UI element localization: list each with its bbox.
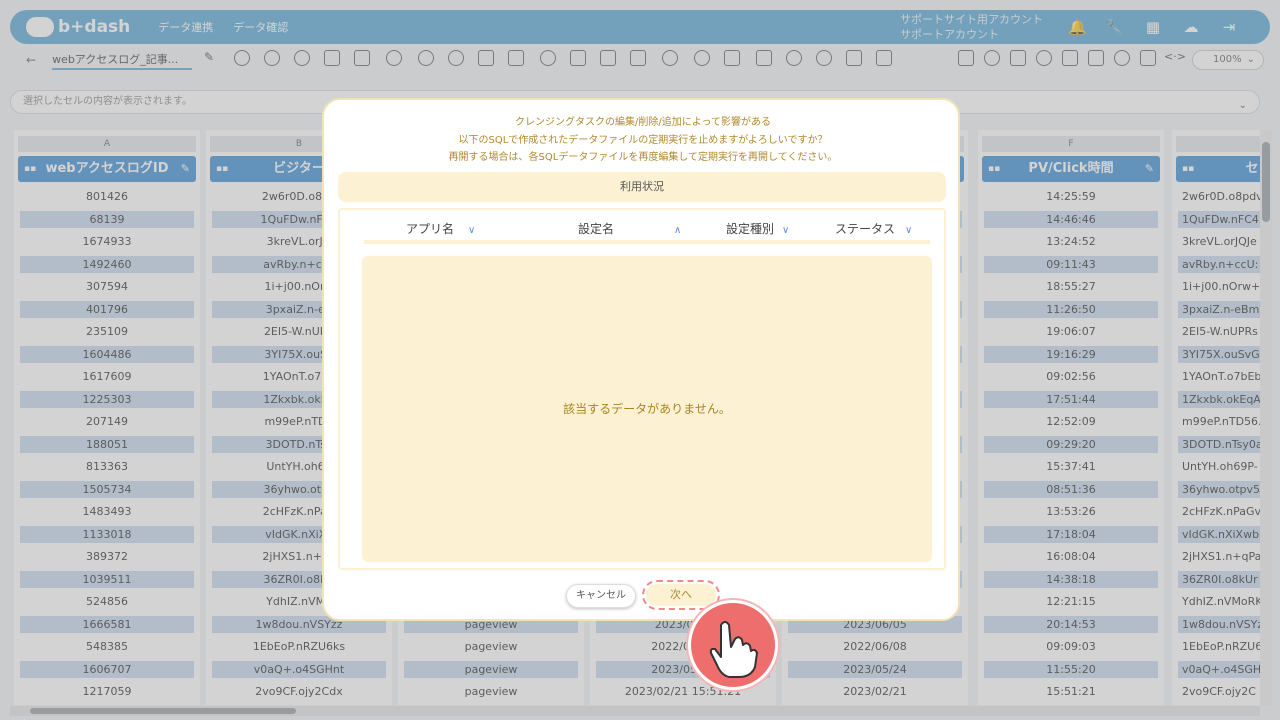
dialog-message: クレンジングタスクの編集/削除/追加によって影響がある 以下のSQLで作成された… bbox=[324, 114, 962, 167]
empty-state-message: 該当するデータがありません。 bbox=[362, 256, 932, 562]
chevron-down-icon: ∨ bbox=[782, 225, 790, 236]
tap-hand-icon bbox=[688, 600, 778, 690]
confirm-dialog: クレンジングタスクの編集/削除/追加によって影響がある 以下のSQLで作成された… bbox=[322, 98, 960, 621]
column-header-status[interactable]: ステータス ∨ bbox=[835, 220, 912, 237]
chevron-up-icon: ∧ bbox=[674, 225, 682, 236]
usage-section-title: 利用状況 bbox=[338, 172, 946, 202]
message-line: 再開する場合は、各SQLデータファイルを再度編集して定期実行を再開してください。 bbox=[448, 152, 838, 163]
header-label: 設定種別 bbox=[726, 222, 775, 236]
header-label: 設定名 bbox=[578, 222, 615, 236]
chevron-down-icon: ∨ bbox=[468, 225, 476, 236]
column-header-app[interactable]: アプリ名 ∨ bbox=[406, 220, 475, 237]
message-line: 以下のSQLで作成されたデータファイルの定期実行を止めますがよろしいですか？ bbox=[458, 134, 828, 146]
column-header-setting[interactable]: 設定名 ∧ bbox=[578, 220, 681, 237]
chevron-down-icon: ∨ bbox=[905, 225, 913, 236]
usage-table: アプリ名 ∨ 設定名 ∧ 設定種別 ∨ ステータス ∨ 該当するデータがありません。 bbox=[338, 208, 946, 570]
header-label: ステータス bbox=[835, 222, 896, 236]
cancel-button[interactable]: キャンセル bbox=[566, 584, 636, 608]
hand-pointer-icon bbox=[709, 621, 758, 678]
header-divider bbox=[364, 240, 930, 244]
message-line: クレンジングタスクの編集/削除/追加によって影響がある bbox=[515, 117, 771, 128]
header-label: アプリ名 bbox=[406, 222, 455, 236]
column-header-type[interactable]: 設定種別 ∨ bbox=[726, 220, 789, 237]
